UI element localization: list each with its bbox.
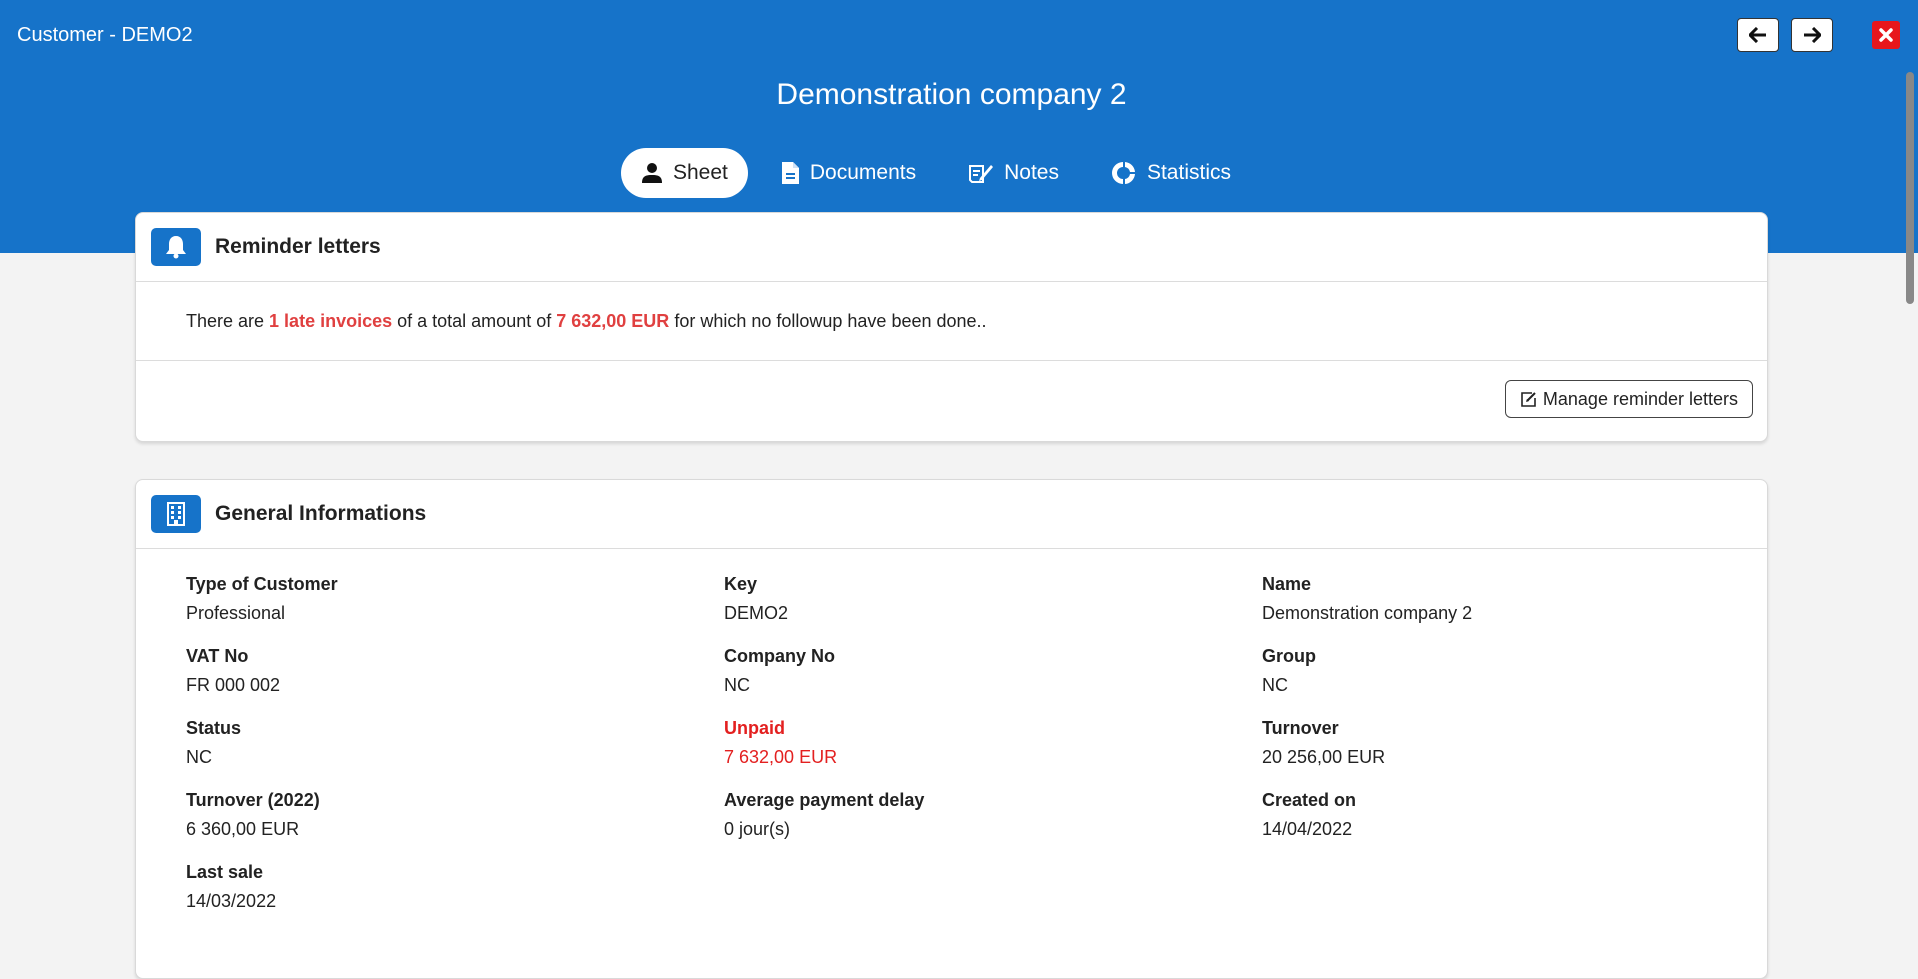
card-footer: Manage reminder letters — [136, 361, 1767, 441]
general-informations-card: General Informations Type of Customer Pr… — [135, 479, 1768, 979]
person-icon — [642, 163, 662, 183]
tab-statistics[interactable]: Statistics — [1091, 148, 1251, 198]
field-label: Turnover — [1262, 718, 1339, 738]
field-created-on: Created on 14/04/2022 — [1262, 790, 1767, 840]
field-value: 6 360,00 EUR — [186, 819, 300, 839]
field-label: Status — [186, 718, 242, 738]
field-label: VAT No — [186, 646, 249, 666]
field-value: NC — [186, 747, 212, 767]
scrollbar-thumb[interactable] — [1906, 72, 1914, 304]
field-average-payment-delay: Average payment delay 0 jour(s) — [724, 790, 1262, 840]
arrow-left-icon — [1749, 27, 1766, 43]
field-turnover-2022: Turnover (2022) 6 360,00 EUR — [186, 790, 724, 840]
field-vat-no: VAT No FR 000 002 — [186, 646, 724, 696]
field-label: Name — [1262, 574, 1312, 594]
field-unpaid: Unpaid 7 632,00 EUR — [724, 718, 1262, 768]
card-header: Reminder letters — [136, 213, 1767, 282]
reminder-text: for which no followup have been done.. — [669, 310, 987, 331]
info-grid: Type of Customer Professional Key DEMO2 … — [136, 549, 1767, 912]
field-label: Turnover (2022) — [186, 790, 320, 810]
close-button[interactable] — [1872, 21, 1900, 49]
pie-chart-icon — [1111, 162, 1135, 184]
field-last-sale: Last sale 14/03/2022 — [186, 862, 724, 912]
edit-icon — [1521, 391, 1536, 407]
field-company-no: Company No NC — [724, 646, 1262, 696]
field-value: 20 256,00 EUR — [1262, 747, 1386, 767]
field-value: NC — [1262, 675, 1288, 695]
field-value: Professional — [186, 603, 286, 623]
card-title: General Informations — [215, 502, 427, 525]
field-value: NC — [724, 675, 750, 695]
late-invoices-amount: 7 632,00 EUR — [556, 310, 670, 331]
field-label: Average payment delay — [724, 790, 925, 810]
field-label: Group — [1262, 646, 1316, 666]
field-label: Unpaid — [724, 718, 785, 738]
reminder-text: of a total amount of — [392, 310, 557, 331]
notes-icon — [969, 165, 994, 183]
field-type-of-customer: Type of Customer Professional — [186, 574, 724, 624]
field-value: 14/03/2022 — [186, 891, 277, 911]
field-value: FR 000 002 — [186, 675, 281, 695]
field-status: Status NC — [186, 718, 724, 768]
manage-reminder-letters-button[interactable]: Manage reminder letters — [1504, 380, 1753, 418]
tab-label: Sheet — [673, 161, 728, 184]
arrow-right-icon — [1804, 27, 1821, 43]
previous-button[interactable] — [1737, 18, 1779, 52]
field-group: Group NC — [1262, 646, 1767, 696]
button-label: Manage reminder letters — [1542, 388, 1738, 409]
card-header: General Informations — [136, 480, 1767, 549]
tab-sheet[interactable]: Sheet — [621, 148, 748, 198]
field-value: 7 632,00 EUR — [724, 747, 838, 767]
page-title: Demonstration company 2 — [776, 78, 1127, 111]
field-label: Key — [724, 574, 758, 594]
field-name: Name Demonstration company 2 — [1262, 574, 1767, 624]
field-turnover: Turnover 20 256,00 EUR — [1262, 718, 1767, 768]
bell-icon — [166, 236, 186, 259]
field-key: Key DEMO2 — [724, 574, 1262, 624]
card-title: Reminder letters — [215, 235, 381, 258]
tab-notes[interactable]: Notes — [948, 148, 1079, 198]
document-icon — [781, 162, 799, 184]
close-icon — [1879, 28, 1893, 42]
tab-label: Statistics — [1146, 161, 1231, 184]
tab-label: Documents — [809, 161, 917, 184]
field-label: Type of Customer — [186, 574, 338, 594]
reminder-text: There are — [186, 310, 270, 331]
field-value: 14/04/2022 — [1262, 819, 1353, 839]
window-title: Customer - DEMO2 — [17, 24, 193, 46]
field-label: Created on — [1262, 790, 1357, 810]
tab-documents[interactable]: Documents — [760, 148, 936, 198]
late-invoices-count[interactable]: 1 late invoices — [269, 311, 392, 332]
reminder-message: There are 1 late invoices of a total amo… — [136, 282, 1767, 361]
field-label: Company No — [724, 646, 836, 666]
reminder-letters-card: Reminder letters There are 1 late invoic… — [135, 212, 1768, 442]
tab-bar: Sheet Documents Notes Statistics — [621, 147, 1251, 199]
field-label: Last sale — [186, 862, 264, 882]
field-value: DEMO2 — [724, 603, 789, 623]
field-value: Demonstration company 2 — [1262, 603, 1473, 623]
building-icon — [167, 502, 185, 526]
tab-label: Notes — [1004, 161, 1059, 184]
next-button[interactable] — [1791, 18, 1833, 52]
card-icon-box — [151, 228, 201, 266]
card-icon-box — [151, 495, 201, 533]
field-value: 0 jour(s) — [724, 819, 791, 839]
